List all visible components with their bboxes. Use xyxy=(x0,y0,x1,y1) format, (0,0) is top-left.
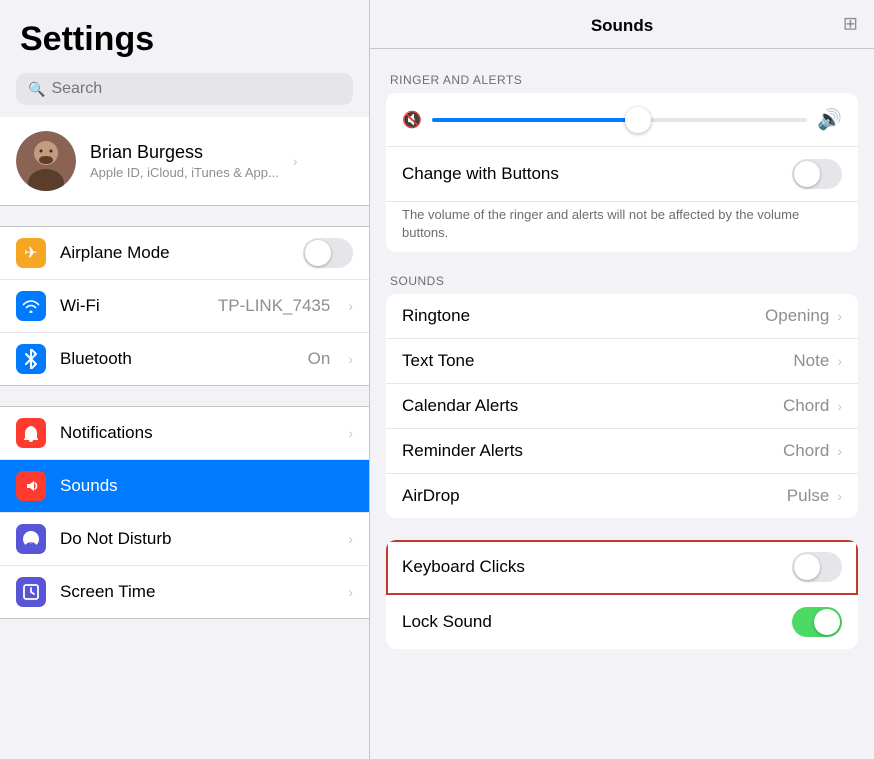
right-content: RINGER AND ALERTS 🔇 🔊 Change with Button… xyxy=(370,49,874,759)
sounds-icon xyxy=(16,471,46,501)
sidebar-item-label: Sounds xyxy=(60,476,353,496)
change-with-buttons-toggle[interactable] xyxy=(792,159,842,189)
bluetooth-chevron: › xyxy=(348,351,353,367)
notifications-chevron: › xyxy=(348,425,353,441)
sidebar-item-label: Screen Time xyxy=(60,582,334,602)
sidebar-item-screen-time[interactable]: Screen Time › xyxy=(0,566,369,618)
calendar-alerts-row[interactable]: Calendar Alerts Chord › xyxy=(386,384,858,429)
search-input[interactable] xyxy=(51,80,341,98)
profile-name: Brian Burgess xyxy=(90,142,279,163)
text-tone-value: Note xyxy=(793,351,829,371)
bluetooth-value: On xyxy=(308,349,331,369)
lock-sound-label: Lock Sound xyxy=(402,612,784,632)
airdrop-chevron: › xyxy=(837,488,842,504)
sidebar-item-do-not-disturb[interactable]: Do Not Disturb › xyxy=(0,513,369,566)
lock-sound-row: Lock Sound xyxy=(386,595,858,649)
text-tone-row[interactable]: Text Tone Note › xyxy=(386,339,858,384)
calendar-alerts-value: Chord xyxy=(783,396,829,416)
reminder-alerts-row[interactable]: Reminder Alerts Chord › xyxy=(386,429,858,474)
calendar-alerts-label: Calendar Alerts xyxy=(402,396,775,416)
profile-chevron: › xyxy=(293,153,298,169)
extra-sounds-card: Keyboard Clicks Lock Sound xyxy=(386,540,858,649)
sidebar-item-label: Airplane Mode xyxy=(60,243,289,263)
ringtone-row[interactable]: Ringtone Opening › xyxy=(386,294,858,339)
right-header: Sounds ⊞ xyxy=(370,0,874,49)
sounds-card: Ringtone Opening › Text Tone Note › Cale… xyxy=(386,294,858,518)
ringtone-value: Opening xyxy=(765,306,829,326)
ringtone-chevron: › xyxy=(837,308,842,324)
section-header-sounds: SOUNDS xyxy=(386,274,858,288)
volume-slider-row: 🔇 🔊 xyxy=(386,93,858,146)
slider-fill xyxy=(432,118,638,122)
sidebar-item-label: Notifications xyxy=(60,423,334,443)
volume-low-icon: 🔇 xyxy=(402,110,422,130)
settings-list: ✈ Airplane Mode Wi-Fi TP-LINK_7435 › xyxy=(0,226,369,386)
wifi-value: TP-LINK_7435 xyxy=(218,296,330,316)
sidebar-item-label: Wi-Fi xyxy=(60,296,204,316)
ringer-card: 🔇 🔊 Change with Buttons The volume of th… xyxy=(386,93,858,252)
text-tone-chevron: › xyxy=(837,353,842,369)
bluetooth-icon xyxy=(16,344,46,374)
keyboard-clicks-row: Keyboard Clicks xyxy=(386,540,858,595)
avatar xyxy=(16,131,76,191)
profile-info: Brian Burgess Apple ID, iCloud, iTunes &… xyxy=(90,142,279,180)
dnd-chevron: › xyxy=(348,531,353,547)
profile-row[interactable]: Brian Burgess Apple ID, iCloud, iTunes &… xyxy=(0,117,369,206)
settings-list-2: Notifications › Sounds Do Not Dis xyxy=(0,406,369,619)
wifi-chevron: › xyxy=(348,298,353,314)
search-bar[interactable]: 🔍 xyxy=(16,73,353,105)
wifi-icon xyxy=(16,291,46,321)
airdrop-row[interactable]: AirDrop Pulse › xyxy=(386,474,858,518)
right-panel: Sounds ⊞ RINGER AND ALERTS 🔇 🔊 Change wi… xyxy=(370,0,874,759)
sidebar-item-label: Do Not Disturb xyxy=(60,529,334,549)
ringtone-label: Ringtone xyxy=(402,306,757,326)
slider-thumb[interactable] xyxy=(625,107,651,133)
sidebar-item-notifications[interactable]: Notifications › xyxy=(0,407,369,460)
keyboard-clicks-label: Keyboard Clicks xyxy=(402,557,784,577)
reminder-alerts-chevron: › xyxy=(837,443,842,459)
volume-slider[interactable] xyxy=(432,118,807,122)
keyboard-clicks-toggle[interactable] xyxy=(792,552,842,582)
profile-subtitle: Apple ID, iCloud, iTunes & App... xyxy=(90,165,279,180)
change-with-buttons-row: Change with Buttons xyxy=(386,147,858,202)
section-header-ringer: RINGER AND ALERTS xyxy=(386,73,858,87)
search-icon: 🔍 xyxy=(28,81,45,98)
reminder-alerts-label: Reminder Alerts xyxy=(402,441,775,461)
page-title: Settings xyxy=(0,0,369,69)
lock-sound-toggle[interactable] xyxy=(792,607,842,637)
do-not-disturb-icon xyxy=(16,524,46,554)
grid-icon[interactable]: ⊞ xyxy=(843,14,858,35)
airdrop-label: AirDrop xyxy=(402,486,779,506)
reminder-alerts-value: Chord xyxy=(783,441,829,461)
volume-high-icon: 🔊 xyxy=(817,107,842,132)
sidebar-item-airplane-mode[interactable]: ✈ Airplane Mode xyxy=(0,227,369,280)
screen-time-icon xyxy=(16,577,46,607)
right-title: Sounds xyxy=(591,16,653,35)
sidebar-item-sounds[interactable]: Sounds xyxy=(0,460,369,513)
sidebar-item-label: Bluetooth xyxy=(60,349,294,369)
sidebar-item-bluetooth[interactable]: Bluetooth On › xyxy=(0,333,369,385)
left-panel: Settings 🔍 Brian Burgess Apple ID, i xyxy=(0,0,370,759)
screen-time-chevron: › xyxy=(348,584,353,600)
text-tone-label: Text Tone xyxy=(402,351,785,371)
airdrop-value: Pulse xyxy=(787,486,830,506)
sidebar-item-wifi[interactable]: Wi-Fi TP-LINK_7435 › xyxy=(0,280,369,333)
change-with-buttons-label: Change with Buttons xyxy=(402,164,784,184)
airplane-toggle[interactable] xyxy=(303,238,353,268)
airplane-icon: ✈ xyxy=(16,238,46,268)
notifications-icon xyxy=(16,418,46,448)
calendar-alerts-chevron: › xyxy=(837,398,842,414)
ringer-note: The volume of the ringer and alerts will… xyxy=(386,202,858,252)
